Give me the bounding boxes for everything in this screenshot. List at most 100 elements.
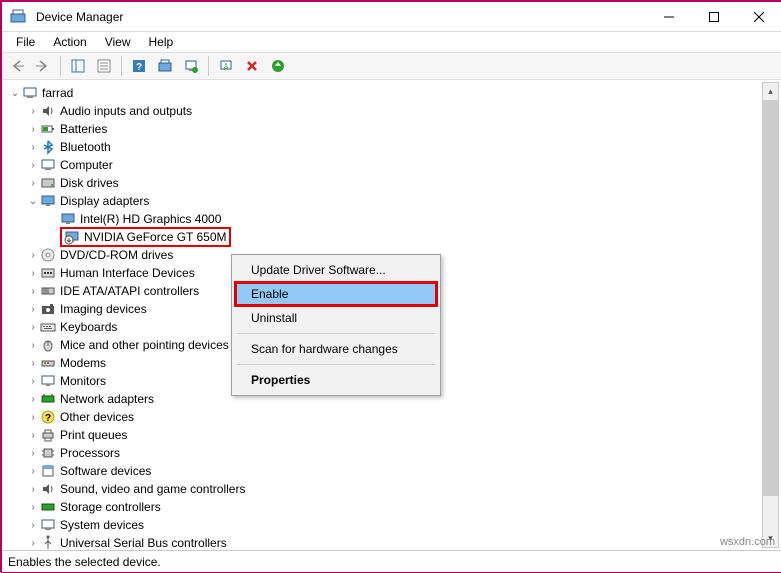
vertical-scrollbar[interactable]: ▴ ▾ (762, 82, 779, 548)
update-driver-button[interactable] (180, 55, 202, 77)
maximize-button[interactable] (691, 2, 736, 32)
expand-icon[interactable]: › (26, 482, 40, 496)
close-button[interactable] (736, 2, 781, 32)
expand-icon[interactable]: › (26, 464, 40, 478)
storage-icon (40, 499, 56, 515)
collapse-icon[interactable]: ⌄ (26, 194, 40, 208)
tree-node[interactable]: › Audio inputs and outputs (6, 102, 781, 120)
ctx-enable[interactable]: Enable (235, 282, 437, 306)
window-title: Device Manager (36, 10, 123, 24)
menu-view[interactable]: View (97, 33, 139, 51)
expand-icon[interactable]: › (26, 428, 40, 442)
uninstall-button[interactable] (241, 55, 263, 77)
expand-icon[interactable]: › (26, 518, 40, 532)
properties-button[interactable] (93, 55, 115, 77)
show-hide-tree-button[interactable] (67, 55, 89, 77)
tree-label: Human Interface Devices (60, 266, 195, 280)
tree-node-display-adapters[interactable]: ⌄ Display adapters (6, 192, 781, 210)
scan-button[interactable] (154, 55, 176, 77)
expand-icon[interactable]: › (26, 176, 40, 190)
system-icon (40, 517, 56, 533)
expand-icon[interactable]: › (26, 446, 40, 460)
tree-root[interactable]: ⌄ farrad (6, 84, 781, 102)
ide-icon (40, 283, 56, 299)
tree-node[interactable]: › ? Other devices (6, 408, 781, 426)
help-button[interactable]: ? (128, 55, 150, 77)
expand-icon[interactable]: › (26, 158, 40, 172)
menu-file[interactable]: File (8, 33, 43, 51)
tree-label: Imaging devices (60, 302, 147, 316)
tree-label: Modems (60, 356, 106, 370)
ctx-update-driver[interactable]: Update Driver Software... (235, 258, 437, 282)
tree-node[interactable]: › Disk drives (6, 174, 781, 192)
dvd-icon (40, 247, 56, 263)
svg-text:?: ? (136, 62, 142, 73)
tree-node[interactable]: › Processors (6, 444, 781, 462)
tree-label: IDE ATA/ATAPI controllers (60, 284, 199, 298)
ctx-separator (237, 333, 435, 334)
tree-node[interactable]: › Computer (6, 156, 781, 174)
tree-label: Network adapters (60, 392, 154, 406)
enable-button[interactable] (215, 55, 237, 77)
ctx-scan[interactable]: Scan for hardware changes (235, 337, 437, 361)
minimize-button[interactable] (646, 2, 691, 32)
ctx-uninstall[interactable]: Uninstall (235, 306, 437, 330)
usb-icon (40, 535, 56, 550)
tree-node[interactable]: › Universal Serial Bus controllers (6, 534, 781, 550)
tree-label: System devices (60, 518, 144, 532)
expand-icon[interactable]: › (26, 122, 40, 136)
expand-icon[interactable]: › (26, 104, 40, 118)
tree-label: Processors (60, 446, 120, 460)
tree-label: Intel(R) HD Graphics 4000 (80, 212, 221, 226)
tree-label: Bluetooth (60, 140, 111, 154)
context-menu: Update Driver Software... Enable Uninsta… (231, 254, 441, 396)
scan-hardware-button[interactable] (267, 55, 289, 77)
cpu-icon (40, 445, 56, 461)
toolbar-separator (60, 56, 61, 76)
tree-node[interactable]: › Batteries (6, 120, 781, 138)
software-icon (40, 463, 56, 479)
forward-button[interactable] (32, 55, 54, 77)
tree-label: Display adapters (60, 194, 149, 208)
expand-icon[interactable]: › (26, 410, 40, 424)
tree-label: Sound, video and game controllers (60, 482, 245, 496)
expand-icon[interactable]: › (26, 338, 40, 352)
expand-icon[interactable]: › (26, 356, 40, 370)
tree-node[interactable]: › Bluetooth (6, 138, 781, 156)
no-expander: · (46, 230, 60, 244)
scroll-up-button[interactable]: ▴ (763, 83, 778, 100)
scroll-track[interactable] (763, 100, 778, 530)
expand-icon[interactable]: › (26, 302, 40, 316)
tree-child-nvidia[interactable]: · NVIDIA GeForce GT 650M (6, 228, 781, 246)
tree-node[interactable]: › Storage controllers (6, 498, 781, 516)
other-icon: ? (40, 409, 56, 425)
expand-icon[interactable]: › (26, 266, 40, 280)
scroll-thumb[interactable] (763, 100, 778, 496)
bluetooth-icon (40, 139, 56, 155)
ctx-properties[interactable]: Properties (235, 368, 437, 392)
expand-icon[interactable]: › (26, 500, 40, 514)
tree-node[interactable]: › System devices (6, 516, 781, 534)
tree-label: Disk drives (60, 176, 119, 190)
audio-icon (40, 103, 56, 119)
toolbar-separator (208, 56, 209, 76)
expand-icon[interactable]: › (26, 536, 40, 550)
expand-icon[interactable]: › (26, 248, 40, 262)
expand-icon[interactable]: › (26, 320, 40, 334)
tree-node[interactable]: › Print queues (6, 426, 781, 444)
expand-icon[interactable]: › (26, 374, 40, 388)
expand-icon[interactable]: › (26, 140, 40, 154)
expand-icon[interactable]: › (26, 284, 40, 298)
tree-child-intel[interactable]: · Intel(R) HD Graphics 4000 (6, 210, 781, 228)
menu-action[interactable]: Action (45, 33, 94, 51)
back-button[interactable] (6, 55, 28, 77)
expand-icon[interactable]: › (26, 392, 40, 406)
disk-icon (40, 175, 56, 191)
svg-text:?: ? (45, 413, 51, 424)
network-icon (40, 391, 56, 407)
menu-help[interactable]: Help (141, 33, 182, 51)
collapse-icon[interactable]: ⌄ (8, 86, 22, 100)
tree-node[interactable]: › Sound, video and game controllers (6, 480, 781, 498)
tree-node[interactable]: › Software devices (6, 462, 781, 480)
display-disabled-icon (64, 229, 80, 245)
